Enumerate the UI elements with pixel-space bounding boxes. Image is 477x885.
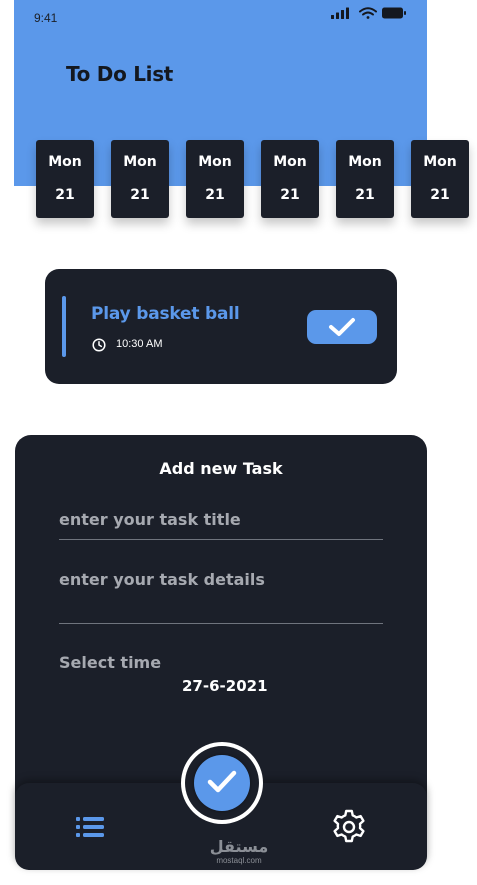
- battery-icon: [382, 7, 406, 19]
- watermark-arabic: مستقل: [209, 837, 269, 856]
- check-icon: [207, 770, 237, 793]
- day-name: Mon: [123, 154, 157, 170]
- day-card[interactable]: Mon 21: [36, 140, 94, 218]
- select-time-label[interactable]: Select time: [59, 653, 161, 672]
- page-title: To Do List: [66, 62, 174, 86]
- status-icons: [331, 7, 406, 19]
- day-name: Mon: [273, 154, 307, 170]
- day-card[interactable]: Mon 21: [411, 140, 469, 218]
- signal-icon: [331, 7, 349, 19]
- day-name: Mon: [198, 154, 232, 170]
- wifi-icon: [359, 7, 377, 19]
- task-card[interactable]: Play basket ball 10:30 AM: [45, 269, 397, 384]
- watermark: مستقل mostaql.com: [208, 837, 270, 866]
- day-card[interactable]: Mon 21: [336, 140, 394, 218]
- day-card[interactable]: Mon 21: [186, 140, 244, 218]
- task-details-underline: [59, 623, 383, 624]
- day-card[interactable]: Mon 21: [261, 140, 319, 218]
- task-title-underline: [59, 539, 383, 540]
- add-task-button[interactable]: [194, 755, 250, 811]
- selected-date[interactable]: 27-6-2021: [182, 677, 268, 695]
- day-name: Mon: [348, 154, 382, 170]
- check-icon: [329, 318, 355, 336]
- clock-icon: [92, 338, 106, 352]
- gear-icon[interactable]: [330, 808, 368, 846]
- day-number: 21: [205, 187, 225, 203]
- day-number: 21: [130, 187, 150, 203]
- watermark-latin: mostaql.com: [216, 856, 262, 865]
- complete-task-button[interactable]: [307, 310, 377, 344]
- task-title-input[interactable]: enter your task title: [59, 510, 241, 529]
- day-number: 21: [280, 187, 300, 203]
- day-number: 21: [55, 187, 75, 203]
- task-details-input[interactable]: enter your task details: [59, 570, 265, 589]
- day-number: 21: [355, 187, 375, 203]
- task-accent-bar: [62, 296, 66, 357]
- day-name: Mon: [423, 154, 457, 170]
- day-card[interactable]: Mon 21: [111, 140, 169, 218]
- task-title: Play basket ball: [91, 304, 240, 324]
- day-name: Mon: [48, 154, 82, 170]
- day-number: 21: [430, 187, 450, 203]
- status-time: 9:41: [34, 11, 58, 25]
- task-time: 10:30 AM: [116, 338, 163, 350]
- list-icon[interactable]: [76, 815, 104, 839]
- form-title: Add new Task: [159, 459, 283, 478]
